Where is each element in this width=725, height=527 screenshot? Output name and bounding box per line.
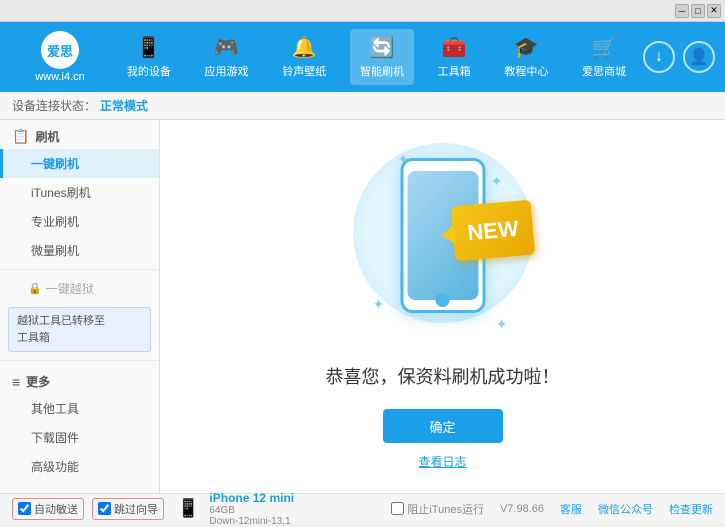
maximize-button[interactable]: □ [691, 4, 705, 18]
logo-area: 爱思 www.i4.cn [10, 31, 110, 83]
nav-bar: 📱 我的设备 🎮 应用游戏 🔔 铃声壁纸 🔄 智能刷机 🧰 工具箱 🎓 教程中心… [110, 29, 643, 85]
more-section-title: ≡ 更多 [0, 365, 159, 394]
store-icon: 🛒 [592, 35, 617, 60]
nav-item-tutorials[interactable]: 🎓 教程中心 [494, 29, 558, 85]
check-update-link[interactable]: 检查更新 [669, 501, 713, 517]
sidebar-item-download-firmware[interactable]: 下载固件 [0, 423, 159, 452]
sidebar-item-advanced-features[interactable]: 高级功能 [0, 452, 159, 481]
sparkle-4: ✦ [496, 316, 508, 333]
logo-url: www.i4.cn [35, 71, 85, 83]
status-bar: 设备连接状态： 正常模式 [0, 92, 725, 120]
main-layout: 📋 刷机 一键刷机 iTunes刷机 专业刷机 微量刷机 🔒 一键越狱 越狱工具… [0, 120, 725, 493]
sidebar: 📋 刷机 一键刷机 iTunes刷机 专业刷机 微量刷机 🔒 一键越狱 越狱工具… [0, 120, 160, 493]
nav-item-my-device[interactable]: 📱 我的设备 [117, 29, 181, 85]
lock-icon: 🔒 [28, 282, 42, 295]
device-model: Down-12mini-13,1 [209, 516, 294, 527]
bottom-left: 自动敏送 跳过向导 📱 iPhone 12 mini 64GB Down-12m… [12, 491, 294, 527]
toolbox-icon: 🧰 [442, 35, 467, 60]
flash-section-title: 📋 刷机 [0, 120, 159, 149]
nav-item-toolbox[interactable]: 🧰 工具箱 [428, 29, 481, 85]
wechat-link[interactable]: 微信公众号 [598, 501, 653, 517]
jailbreak-section-title: 🔒 一键越狱 [0, 274, 159, 303]
tutorials-icon: 🎓 [514, 35, 539, 60]
logo-icon: 爱思 [41, 31, 79, 69]
device-section: 📱 iPhone 12 mini 64GB Down-12mini-13,1 [172, 491, 294, 527]
device-info-block: iPhone 12 mini 64GB Down-12mini-13,1 [209, 491, 294, 527]
auto-restart-checkbox[interactable] [18, 502, 31, 515]
sparkle-2: ✦ [491, 173, 503, 190]
sidebar-item-itunes-flash[interactable]: iTunes刷机 [0, 178, 159, 207]
sidebar-item-save-data-flash[interactable]: 微量刷机 [0, 236, 159, 265]
notice-box: 越狱工具已转移至 工具箱 [8, 307, 151, 352]
more-icon: ≡ [12, 374, 20, 390]
confirm-button[interactable]: 确定 [383, 409, 503, 443]
games-icon: 🎮 [214, 35, 239, 60]
new-badge: NEW [450, 200, 534, 262]
status-value: 正常模式 [100, 97, 148, 114]
bell-icon: 🔔 [292, 35, 317, 60]
minimize-button[interactable]: ─ [675, 4, 689, 18]
sidebar-item-other-tools[interactable]: 其他工具 [0, 394, 159, 423]
version-number: V7.98.66 [500, 503, 544, 515]
bottom-right: 阻止iTunes运行 V7.98.66 客服 微信公众号 检查更新 [391, 501, 713, 517]
close-button[interactable]: ✕ [707, 4, 721, 18]
flash-section-icon: 📋 [12, 128, 29, 145]
use-wizard-label: 跳过向导 [98, 501, 158, 517]
success-text: 恭喜您，保资料刷机成功啦！ [326, 363, 560, 389]
divider-2 [0, 360, 159, 361]
nav-item-store[interactable]: 🛒 爱思商城 [572, 29, 636, 85]
phone-home-button [436, 293, 450, 307]
stop-itunes-checkbox[interactable] [391, 502, 404, 515]
nav-item-smart-flash[interactable]: 🔄 智能刷机 [350, 29, 414, 85]
title-bar: ─ □ ✕ [0, 0, 725, 22]
use-wizard-checkbox[interactable] [98, 502, 111, 515]
view-log-button[interactable]: 查看日志 [418, 453, 466, 470]
bottom-bar: 自动敏送 跳过向导 📱 iPhone 12 mini 64GB Down-12m… [0, 493, 725, 523]
sidebar-item-one-click-flash[interactable]: 一键刷机 [0, 149, 159, 178]
phone-icon: 📱 [136, 35, 161, 60]
customer-service-link[interactable]: 客服 [560, 501, 582, 517]
download-button[interactable]: ↓ [643, 41, 675, 73]
content-area: ✦ ✦ ✦ ✦ NEW 恭喜您，保资料刷机成功啦！ 确定 查看日志 [160, 120, 725, 493]
device-phone-icon: 📱 [177, 498, 199, 519]
divider-1 [0, 269, 159, 270]
sidebar-item-pro-flash[interactable]: 专业刷机 [0, 207, 159, 236]
stop-itunes-section: 阻止iTunes运行 [391, 501, 484, 517]
phone-illustration: ✦ ✦ ✦ ✦ NEW [343, 143, 543, 343]
header: 爱思 www.i4.cn 📱 我的设备 🎮 应用游戏 🔔 铃声壁纸 🔄 智能刷机… [0, 22, 725, 92]
header-right: ↓ 👤 [643, 41, 715, 73]
user-button[interactable]: 👤 [683, 41, 715, 73]
refresh-icon: 🔄 [370, 35, 395, 60]
nav-item-apps-games[interactable]: 🎮 应用游戏 [195, 29, 259, 85]
nav-item-ringtones[interactable]: 🔔 铃声壁纸 [272, 29, 336, 85]
device-storage: 64GB [209, 505, 294, 516]
sparkle-3: ✦ [373, 296, 385, 313]
auto-restart-label: 自动敏送 [18, 501, 78, 517]
